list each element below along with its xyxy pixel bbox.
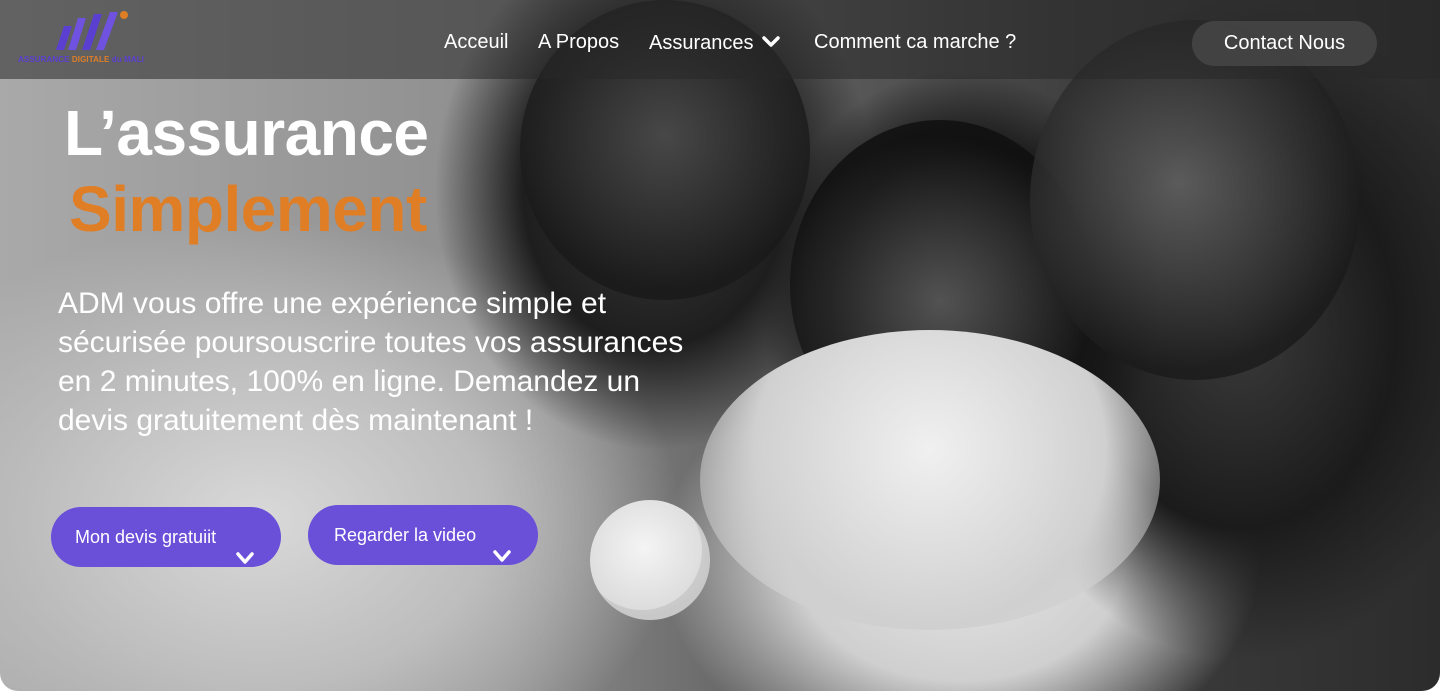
brand-logo[interactable]: ASSURANCE DIGITALE du MALI (18, 8, 153, 68)
contact-button[interactable]: Contact Nous (1192, 21, 1377, 66)
logo-mark-icon (56, 11, 128, 50)
video-button[interactable]: Regarder la video (308, 505, 538, 565)
nav-link-acceuil[interactable]: Acceuil (444, 31, 508, 54)
nav-link-assurances[interactable]: Assurances (649, 31, 780, 55)
navbar: ASSURANCE DIGITALE du MALI Acceuil A Pro… (0, 0, 1440, 79)
hero-description: ADM vous offre une expérience simple et … (58, 287, 684, 437)
hero-title: L’assurance (64, 97, 429, 169)
nav-link-a-propos[interactable]: A Propos (538, 31, 619, 54)
quote-button[interactable]: Mon devis gratuiit (51, 507, 281, 567)
logo-caption-part1: ASSURANCE (18, 55, 72, 64)
quote-button-label: Mon devis gratuiit (75, 527, 217, 547)
logo-caption: ASSURANCE DIGITALE du MALI (18, 55, 153, 64)
nav-link-comment-ca-marche[interactable]: Comment ca marche ? (814, 31, 1016, 54)
chevron-down-icon (761, 31, 780, 54)
hero-photo-shirt (700, 330, 1160, 630)
logo-caption-part2: DIGITALE (71, 55, 110, 64)
hero-section: ASSURANCE DIGITALE du MALI Acceuil A Pro… (0, 0, 1440, 691)
chevron-down-icon (493, 527, 511, 587)
hero-title-accent: Simplement (69, 173, 427, 245)
video-button-label: Regarder la video (334, 525, 477, 545)
logo-caption-part3: du MALI (109, 55, 145, 64)
chevron-down-icon (236, 529, 254, 589)
baseball-image (590, 500, 710, 620)
nav-link-assurances-label: Assurances (649, 32, 754, 54)
